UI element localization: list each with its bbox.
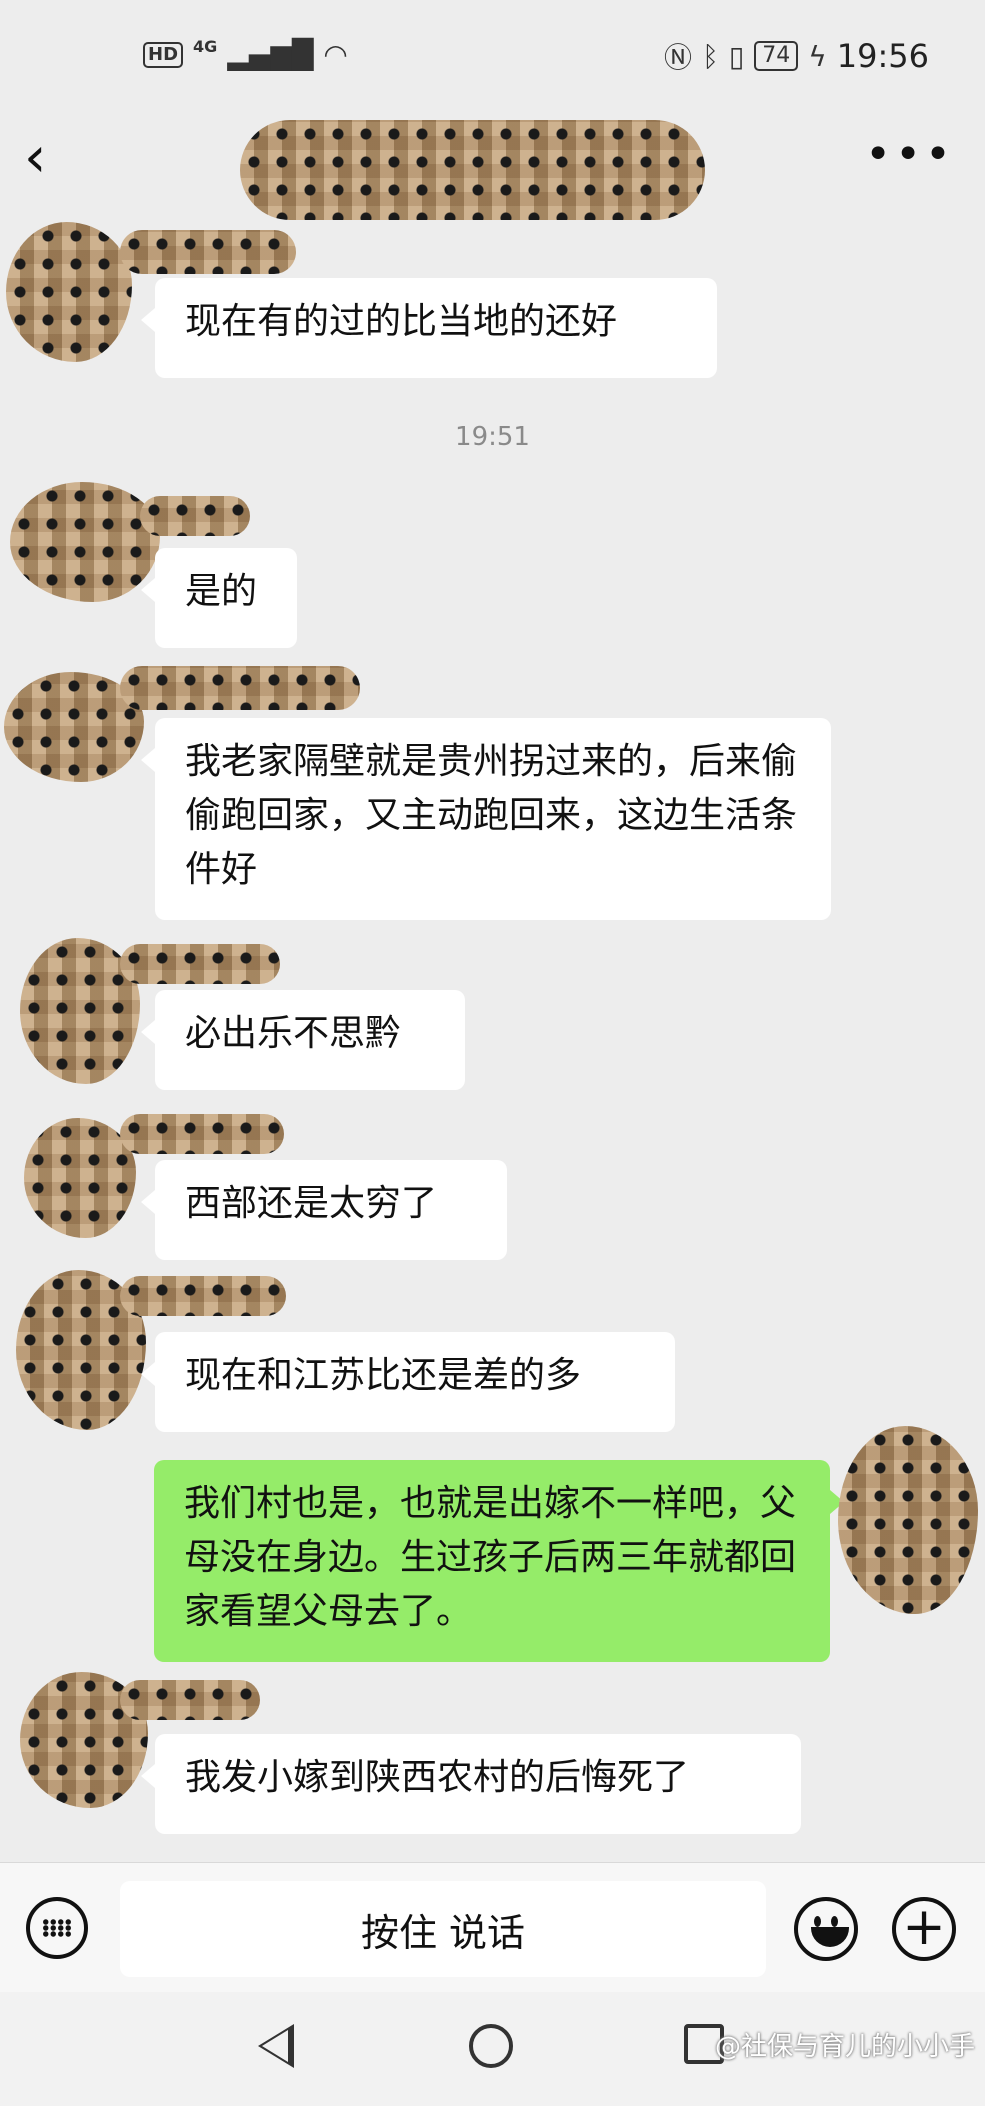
status-time: 19:56: [836, 37, 929, 75]
wifi-icon: ◠: [323, 38, 348, 71]
message-timestamp: 19:51: [455, 422, 530, 452]
network-type: 4G: [193, 37, 218, 56]
sender-name-mosaic: [120, 1680, 260, 1720]
avatar-self[interactable]: [838, 1426, 978, 1614]
message-bubble[interactable]: 我老家隔壁就是贵州拐过来的，后来偷偷跑回家，又主动跑回来，这边生活条件好: [141, 718, 831, 920]
signal-icon: ▂▄▆█: [227, 38, 314, 71]
message-bubble[interactable]: 必出乐不思黔: [141, 990, 465, 1090]
sender-name-mosaic: [120, 666, 360, 710]
status-bar: HD 4G ▂▄▆█ ◠ Ⓝ ᛒ ▯ 74 ϟ 19:56: [0, 0, 985, 110]
keyboard-icon[interactable]: [26, 1897, 88, 1959]
charging-icon: ϟ: [808, 39, 827, 73]
message-bubble-self[interactable]: 我们村也是，也就是出嫁不一样吧，父母没在身边。生过孩子后两三年就都回家看望父母去…: [154, 1460, 844, 1662]
sender-name-mosaic: [140, 496, 250, 536]
battery-indicator: 74: [754, 41, 799, 71]
nav-back-icon[interactable]: [258, 2024, 294, 2068]
status-left: HD 4G ▂▄▆█ ◠: [143, 37, 348, 71]
plus-icon[interactable]: +: [892, 1897, 956, 1961]
status-right: Ⓝ ᛒ ▯ 74 ϟ 19:56: [664, 36, 929, 76]
emoji-icon[interactable]: [794, 1897, 858, 1961]
bluetooth-icon: ᛒ: [702, 39, 719, 73]
nav-home-icon[interactable]: [469, 2024, 513, 2068]
message-bubble[interactable]: 我发小嫁到陕西农村的后悔死了: [141, 1734, 801, 1834]
avatar[interactable]: [6, 222, 132, 362]
chat-input-bar: 按住 说话 +: [0, 1862, 985, 1993]
back-icon[interactable]: ‹: [24, 128, 84, 188]
hd-badge: HD: [143, 41, 184, 68]
message-bubble[interactable]: 西部还是太穷了: [141, 1160, 507, 1260]
hold-to-talk-button[interactable]: 按住 说话: [120, 1881, 766, 1977]
nfc-icon: Ⓝ: [664, 41, 693, 74]
more-dots-icon[interactable]: •••: [865, 130, 955, 180]
chat-title-bar: ‹ •••: [0, 110, 985, 220]
vibrate-icon: ▯: [728, 39, 745, 73]
message-bubble[interactable]: 现在和江苏比还是差的多: [141, 1332, 675, 1432]
message-bubble[interactable]: 现在有的过的比当地的还好: [141, 278, 717, 378]
avatar[interactable]: [10, 482, 160, 602]
watermark: @社保与育儿的小小手: [714, 2032, 975, 2062]
chat-title-mosaic: [240, 120, 705, 220]
sender-name-mosaic: [120, 944, 280, 984]
message-bubble[interactable]: 是的: [141, 548, 297, 648]
sender-name-mosaic: [120, 1114, 284, 1154]
sender-name-mosaic: [120, 230, 296, 274]
sender-name-mosaic: [120, 1276, 286, 1316]
